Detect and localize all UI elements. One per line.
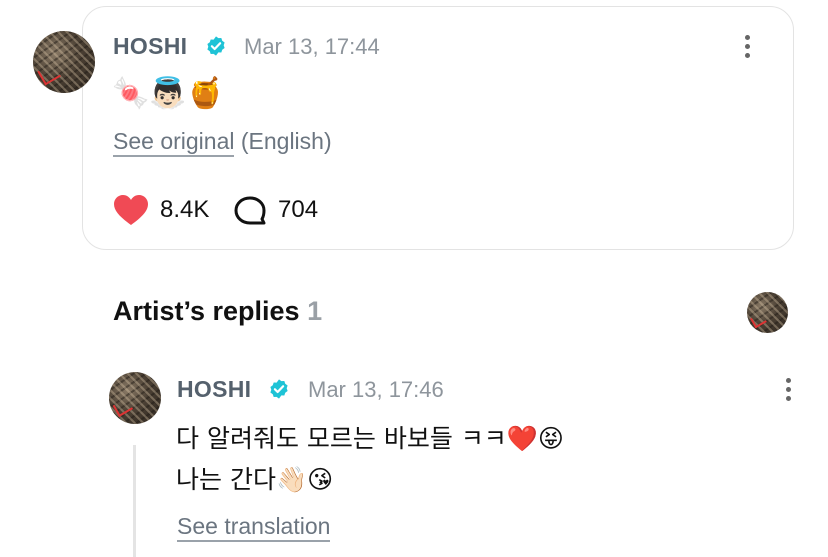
reply-timestamp: Mar 13, 17:46: [308, 377, 444, 402]
see-translation-link[interactable]: See translation: [177, 513, 331, 542]
artist-replies-avatar[interactable]: [747, 292, 788, 333]
post-emoji-text: 🍬👼🏻🍯: [112, 76, 225, 111]
post-author-name[interactable]: HOSHI: [113, 33, 187, 60]
artist-replies-count: 1: [307, 296, 323, 326]
see-original-link[interactable]: See original (English): [113, 128, 332, 157]
artist-replies-header: Artist’s replies 1: [113, 296, 322, 327]
post-author-avatar[interactable]: [33, 31, 95, 93]
comment-count: 704: [278, 196, 319, 223]
reply-line-1: 다 알려줘도 모르는 바보들 ㅋㅋ❤️😝: [176, 424, 564, 453]
artist-replies-title: Artist’s replies: [113, 296, 300, 326]
comment-bubble-icon[interactable]: [233, 195, 267, 227]
see-original-label[interactable]: See original: [113, 128, 235, 157]
reply-body: 다 알려줘도 모르는 바보들 ㅋㅋ❤️😝 나는 간다👋🏻😘: [176, 418, 564, 500]
see-translation-label[interactable]: See translation: [177, 513, 331, 542]
reply-more-options-icon[interactable]: [786, 378, 792, 405]
verified-badge-icon: [270, 379, 288, 399]
verified-badge-icon: [207, 36, 225, 56]
post-more-options-icon[interactable]: [745, 35, 751, 62]
post-timestamp: Mar 13, 17:44: [244, 34, 380, 59]
original-language-label: (English): [240, 128, 332, 154]
reply-author-avatar[interactable]: [109, 372, 161, 424]
reply-line-2: 나는 간다👋🏻😘: [176, 465, 334, 494]
reply-thread-line: [133, 445, 136, 557]
reply-author-name[interactable]: HOSHI: [177, 376, 251, 403]
like-count: 8.4K: [160, 196, 210, 223]
heart-icon[interactable]: [113, 194, 149, 226]
